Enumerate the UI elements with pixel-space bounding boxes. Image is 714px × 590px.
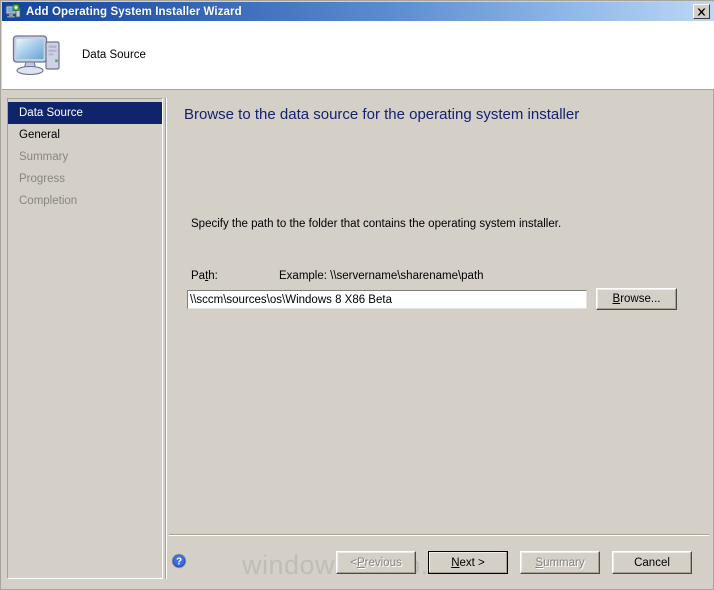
previous-label: revious: [364, 556, 402, 569]
sidebar-item-progress: Progress: [8, 168, 162, 190]
page-title: Browse to the data source for the operat…: [184, 106, 580, 123]
close-button[interactable]: [693, 4, 710, 19]
wizard-button-bar: < Previous Next > Summary Cancel: [336, 551, 696, 575]
browse-button[interactable]: Browse...: [596, 288, 677, 310]
summary-accel: S: [535, 556, 544, 569]
sidebar-item-label: General: [19, 129, 60, 141]
close-icon: [697, 8, 706, 15]
wizard-step-list: Data Source General Summary Progress Com…: [7, 98, 163, 579]
cancel-button[interactable]: Cancel: [612, 551, 692, 574]
computer-icon: [12, 32, 62, 78]
sidebar-item-label: Completion: [19, 195, 78, 207]
sidebar-item-label: Data Source: [19, 107, 83, 119]
cancel-label: Cancel: [634, 556, 670, 569]
footer-divider: [169, 534, 709, 536]
sidebar-item-label: Summary: [19, 151, 69, 163]
path-label: Path:: [191, 270, 218, 282]
header-title: Data Source: [82, 49, 146, 61]
summary-label: ummary: [543, 556, 585, 569]
help-question-icon[interactable]: ?: [171, 553, 187, 569]
path-input[interactable]: [187, 290, 587, 309]
svg-text:?: ?: [176, 557, 182, 568]
title-bar: Add Operating System Installer Wizard: [2, 2, 714, 21]
path-example-text: Example: \\servername\sharename\path: [279, 270, 484, 282]
sidebar-item-label: Progress: [19, 173, 66, 185]
sidebar-item-data-source[interactable]: Data Source: [8, 102, 162, 124]
content-pane: Browse to the data source for the operat…: [169, 98, 709, 534]
vertical-divider: [165, 98, 167, 579]
header-banner: Data Source: [2, 21, 714, 90]
path-label-post: h:: [208, 270, 218, 282]
sidebar-item-completion: Completion: [8, 190, 162, 212]
sidebar-item-general[interactable]: General: [8, 124, 162, 146]
previous-accel: P: [356, 556, 365, 569]
browse-accel: B: [612, 293, 621, 305]
summary-button: Summary: [520, 551, 600, 574]
wizard-window: Add Operating System Installer Wizard Da…: [0, 0, 714, 590]
next-button[interactable]: Next >: [428, 551, 508, 574]
previous-prefix: <: [350, 556, 357, 569]
sidebar-item-summary: Summary: [8, 146, 162, 168]
browse-label: rowse...: [620, 293, 661, 305]
computer-add-icon: [5, 3, 21, 20]
previous-button: < Previous: [336, 551, 416, 574]
window-title: Add Operating System Installer Wizard: [26, 5, 242, 18]
instruction-text: Specify the path to the folder that cont…: [191, 218, 562, 230]
path-label-pre: Pa: [191, 270, 206, 282]
next-accel: N: [451, 556, 460, 569]
next-label: ext >: [459, 556, 485, 569]
